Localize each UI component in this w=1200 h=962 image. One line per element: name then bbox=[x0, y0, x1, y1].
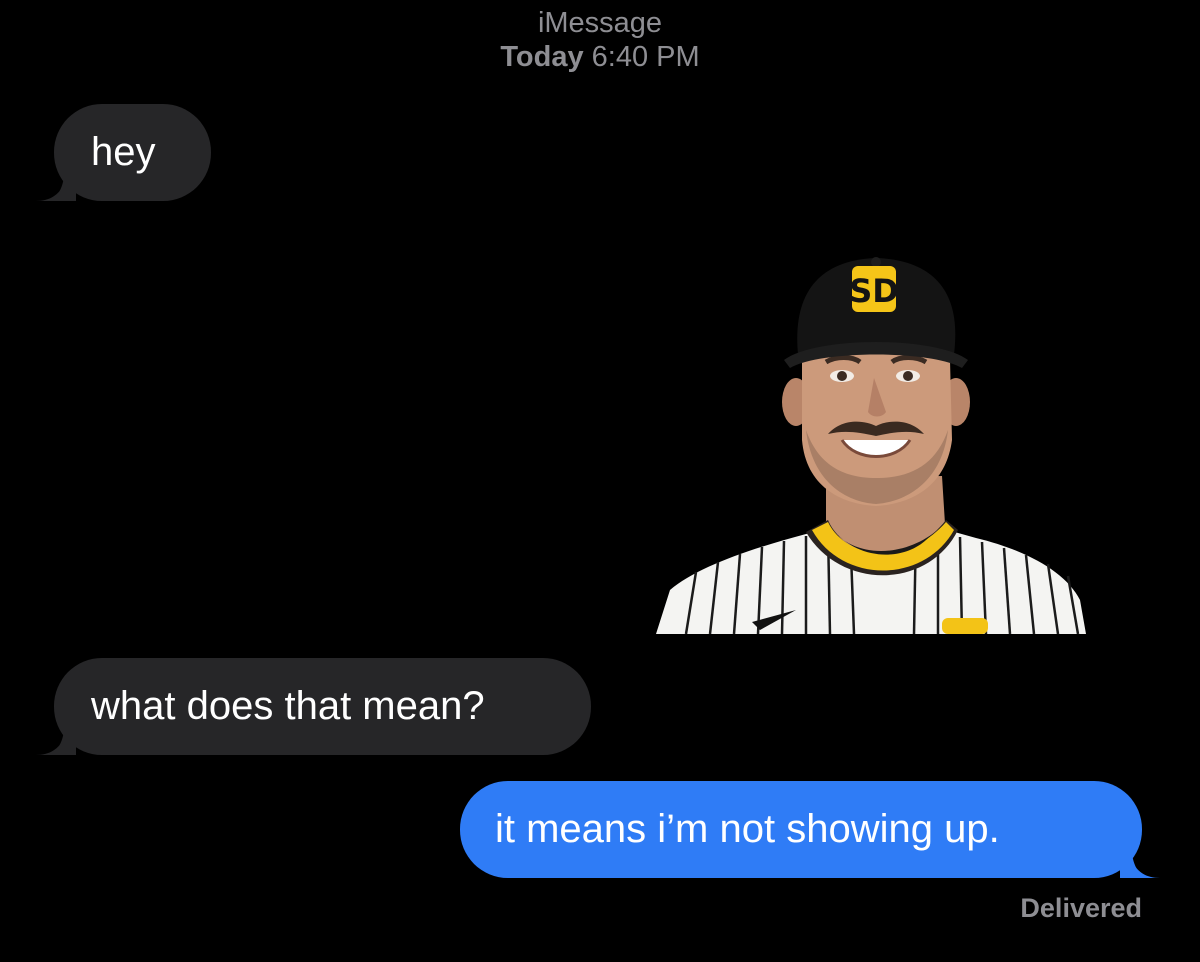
svg-text:SD: SD bbox=[849, 272, 899, 310]
bubble-tail-icon bbox=[36, 161, 76, 201]
bubble-tail-icon bbox=[36, 715, 76, 755]
delivery-status: Delivered bbox=[1020, 893, 1142, 923]
message-bubble-incoming[interactable]: what does that mean? bbox=[36, 658, 591, 755]
message-bubble-incoming[interactable]: hey bbox=[36, 104, 211, 201]
message-text: it means i’m not showing up. bbox=[495, 807, 1000, 851]
message-text: what does that mean? bbox=[91, 684, 485, 728]
bubble-tail-icon bbox=[1120, 838, 1160, 878]
timestamp: Today 6:40 PM bbox=[0, 40, 1200, 74]
timestamp-time: 6:40 PM bbox=[591, 41, 700, 73]
sd-logo-icon: SD bbox=[849, 266, 899, 312]
message-bubble-outgoing[interactable]: it means i’m not showing up. bbox=[460, 781, 1160, 878]
timestamp-day: Today bbox=[500, 41, 584, 73]
service-label: iMessage bbox=[537, 7, 663, 39]
thread-header: iMessage Today 6:40 PM bbox=[0, 6, 1200, 74]
message-text: hey bbox=[91, 130, 156, 174]
player-photo-attachment[interactable]: SD bbox=[656, 250, 1086, 634]
